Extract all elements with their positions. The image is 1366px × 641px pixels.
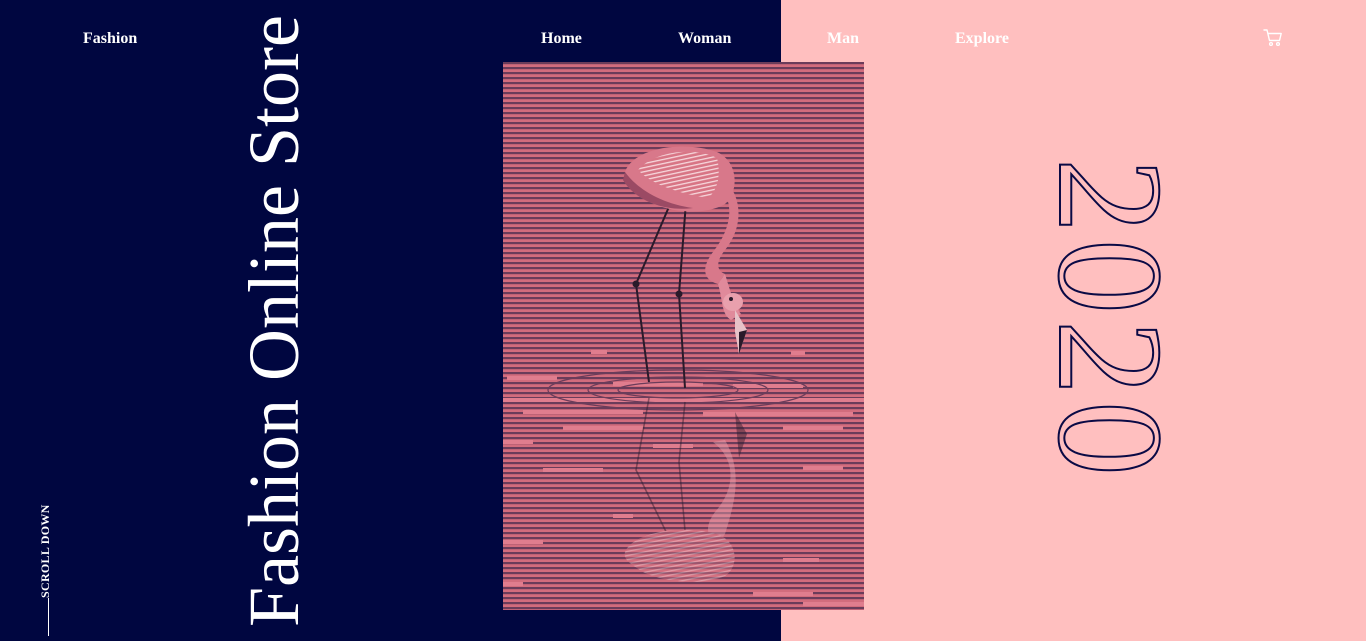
scroll-line — [48, 598, 49, 636]
hero-title: Fashion Online Store — [234, 15, 314, 627]
flamingo-icon — [503, 62, 864, 610]
nav-explore[interactable]: Explore — [955, 30, 1009, 48]
cart-icon[interactable] — [1263, 28, 1283, 48]
nav-woman[interactable]: Woman — [678, 30, 731, 48]
flamingo-artwork — [503, 62, 864, 610]
nav-man[interactable]: Man — [827, 30, 859, 48]
scroll-down[interactable]: SCROLL DOWN — [36, 470, 62, 640]
brand-logo[interactable]: Fashion — [83, 30, 137, 48]
year-display: 2020 — [1026, 157, 1194, 483]
year-display-wrap: 2020 — [1026, 150, 1194, 490]
nav-home[interactable]: Home — [541, 30, 582, 48]
hero-title-wrap: Fashion Online Store — [194, 15, 354, 627]
scroll-down-label: SCROLL DOWN — [38, 504, 52, 598]
